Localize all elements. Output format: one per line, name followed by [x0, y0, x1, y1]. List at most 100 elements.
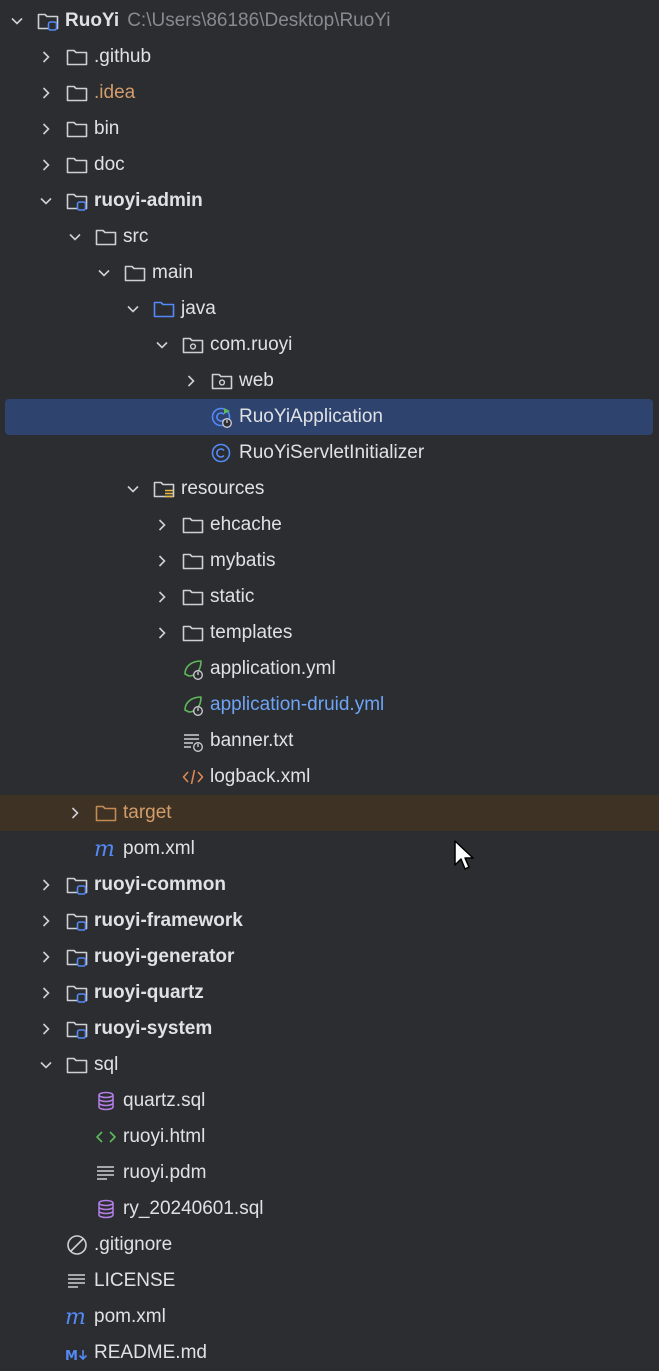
chevron-right-icon[interactable] — [39, 122, 53, 136]
tree-item-label: ry_20240601.sql — [123, 1198, 264, 1219]
tree-row[interactable]: ruoyi-generator — [0, 939, 659, 975]
tree-row[interactable]: ruoyi-system — [0, 1011, 659, 1047]
tree-item-label: resources — [181, 478, 265, 499]
tree-row[interactable]: ruoyi-framework — [0, 903, 659, 939]
tree-row[interactable]: ruoyi-common — [0, 867, 659, 903]
tree-row[interactable]: resources — [0, 471, 659, 507]
chevron-down-icon[interactable] — [10, 14, 24, 28]
tree-row[interactable]: ruoyi.html — [0, 1119, 659, 1155]
chevron-right-icon[interactable] — [68, 806, 82, 820]
folder-icon — [95, 229, 117, 246]
tree-row[interactable]: target — [0, 795, 659, 831]
tree-row[interactable]: RuoYiServletInitializer — [0, 435, 659, 471]
chevron-right-icon[interactable] — [155, 554, 169, 568]
tree-row[interactable]: LICENSE — [0, 1263, 659, 1299]
tree-row[interactable]: mybatis — [0, 543, 659, 579]
tree-row[interactable]: sql — [0, 1047, 659, 1083]
tree-row[interactable]: ruoyi-admin — [0, 183, 659, 219]
mouse-cursor-icon — [454, 840, 474, 870]
tree-row[interactable]: .idea — [0, 75, 659, 111]
tree-item-label: banner.txt — [210, 730, 294, 751]
maven-icon: m — [94, 838, 115, 860]
tree-row[interactable]: application.yml — [0, 651, 659, 687]
svg-text:M: M — [65, 1349, 78, 1364]
sql-icon — [98, 1091, 114, 1111]
module-folder-icon — [66, 949, 88, 967]
tree-item-label: web — [239, 370, 274, 391]
tree-item-label: main — [152, 262, 194, 283]
tree-row[interactable]: ruoyi.pdm — [0, 1155, 659, 1191]
markdown-icon: M — [65, 1349, 88, 1364]
chevron-right-icon[interactable] — [155, 518, 169, 532]
tree-item-label: LICENSE — [94, 1270, 176, 1291]
text-file-icon — [68, 1274, 85, 1288]
spring-boot-class-icon — [211, 407, 232, 428]
tree-item-label: ruoyi-quartz — [94, 982, 204, 1003]
chevron-right-icon[interactable] — [39, 158, 53, 172]
chevron-right-icon[interactable] — [39, 950, 53, 964]
chevron-right-icon[interactable] — [39, 1022, 53, 1036]
maven-icon: m — [65, 1306, 86, 1328]
chevron-down-icon[interactable] — [126, 482, 140, 496]
tree-row[interactable]: web — [0, 363, 659, 399]
tree-item-label: ruoyi-common — [94, 874, 226, 895]
tree-row[interactable]: M README.md — [0, 1335, 659, 1371]
tree-row[interactable]: RuoYi C:\Users\86186\Desktop\RuoYi — [0, 3, 659, 39]
chevron-down-icon[interactable] — [39, 194, 53, 208]
chevron-down-icon[interactable] — [97, 266, 111, 280]
folder-icon — [66, 49, 88, 66]
tree-item-label: README.md — [94, 1342, 207, 1363]
chevron-down-icon[interactable] — [155, 338, 169, 352]
tree-row[interactable]: quartz.sql — [0, 1083, 659, 1119]
chevron-right-icon[interactable] — [155, 590, 169, 604]
chevron-down-icon[interactable] — [39, 1058, 53, 1072]
tree-row[interactable]: .gitignore — [0, 1227, 659, 1263]
module-folder-icon — [66, 193, 88, 211]
tree-item-label: target — [123, 802, 172, 823]
folder-icon — [124, 265, 146, 282]
tree-item-label: application.yml — [210, 658, 336, 679]
chevron-right-icon[interactable] — [39, 878, 53, 892]
spring-banner-icon — [184, 734, 203, 752]
project-tree[interactable]: RuoYi C:\Users\86186\Desktop\RuoYi .github… — [0, 3, 659, 1371]
chevron-right-icon[interactable] — [39, 914, 53, 928]
tree-row[interactable]: doc — [0, 147, 659, 183]
tree-row[interactable]: templates — [0, 615, 659, 651]
folder-icon — [182, 589, 204, 606]
tree-row[interactable]: src — [0, 219, 659, 255]
source-folder-icon — [153, 301, 175, 318]
tree-row[interactable]: static — [0, 579, 659, 615]
chevron-down-icon[interactable] — [68, 230, 82, 244]
spring-config-icon — [184, 696, 203, 716]
tree-item-label: .gitignore — [94, 1234, 173, 1255]
tree-row[interactable]: RuoYiApplication — [0, 399, 659, 435]
tree-row[interactable]: application-druid.yml — [0, 687, 659, 723]
tree-row[interactable]: logback.xml — [0, 759, 659, 795]
chevron-down-icon[interactable] — [126, 302, 140, 316]
tree-item-label: sql — [94, 1054, 119, 1075]
tree-row[interactable]: ry_20240601.sql — [0, 1191, 659, 1227]
package-icon — [211, 373, 233, 390]
tree-row[interactable]: main — [0, 255, 659, 291]
tree-row[interactable]: com.ruoyi — [0, 327, 659, 363]
tree-row[interactable]: java — [0, 291, 659, 327]
tree-item-label: ruoyi-system — [94, 1018, 213, 1039]
tree-item-label: ruoyi-admin — [94, 190, 203, 211]
tree-row[interactable]: ruoyi-quartz — [0, 975, 659, 1011]
ignore-file-icon — [67, 1235, 87, 1255]
chevron-right-icon[interactable] — [155, 626, 169, 640]
chevron-right-icon[interactable] — [39, 86, 53, 100]
tree-row[interactable]: bin — [0, 111, 659, 147]
project-path: C:\Users\86186\Desktop\RuoYi — [127, 10, 391, 31]
chevron-right-icon[interactable] — [39, 986, 53, 1000]
tree-row[interactable]: m pom.xml — [0, 1299, 659, 1335]
tree-row[interactable]: ehcache — [0, 507, 659, 543]
tree-row[interactable]: banner.txt — [0, 723, 659, 759]
chevron-right-icon[interactable] — [39, 50, 53, 64]
tree-row[interactable]: .github — [0, 39, 659, 75]
tree-item-label: ruoyi.pdm — [123, 1162, 207, 1183]
tree-row[interactable]: m pom.xml — [0, 831, 659, 867]
text-file-icon — [97, 1166, 114, 1180]
tree-item-label: ehcache — [210, 514, 282, 535]
chevron-right-icon[interactable] — [184, 374, 198, 388]
